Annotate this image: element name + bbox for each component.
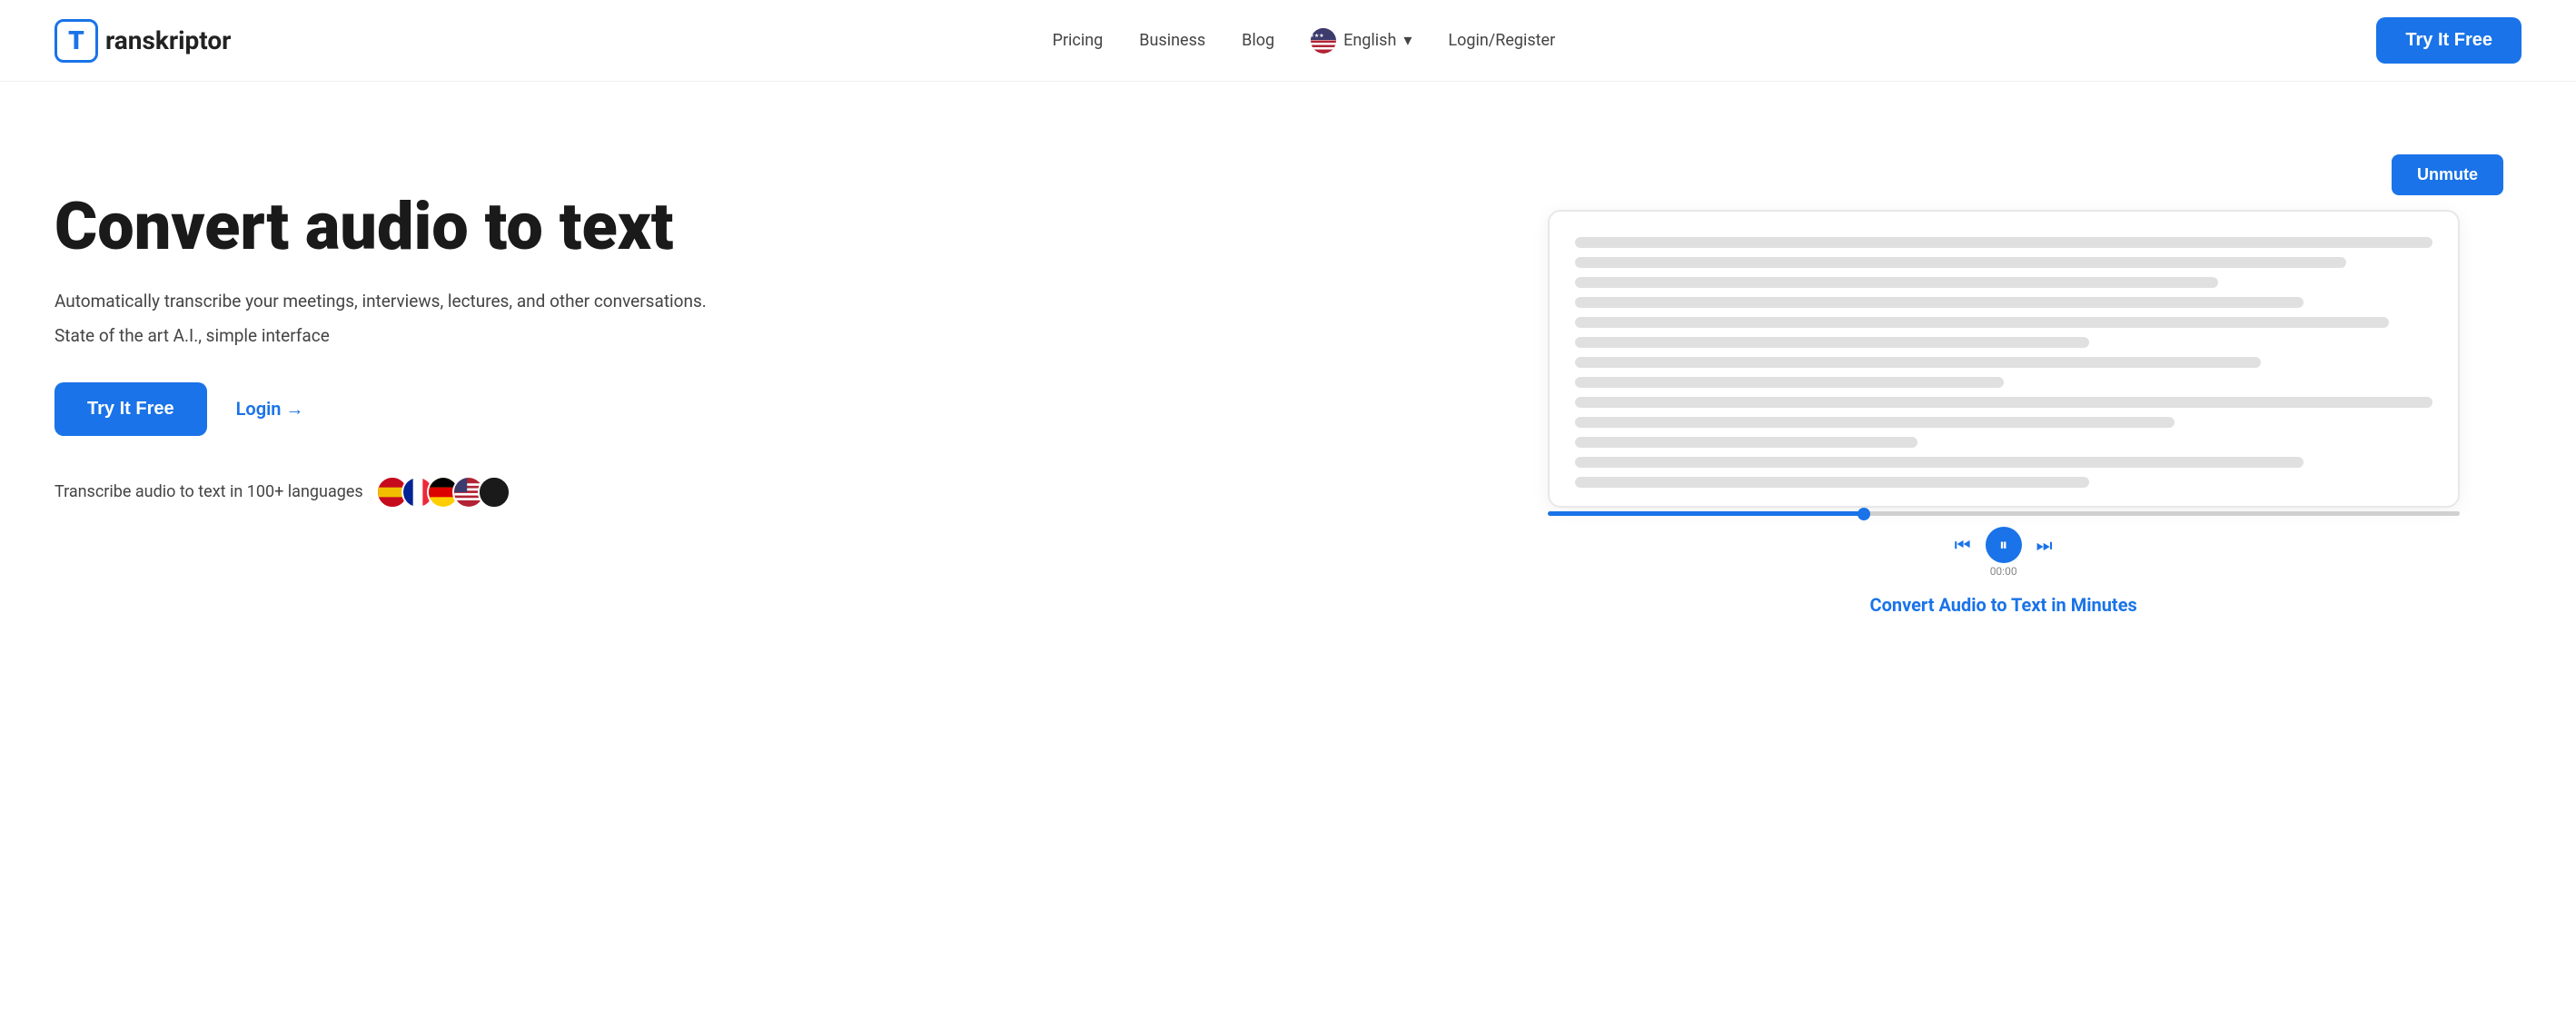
transcript-line [1575,297,2304,308]
try-free-hero-button[interactable]: Try It Free [54,382,207,436]
transcript-lines [1575,237,2432,488]
player-controls: ⏮ ⏸ ⏭ [1955,527,2053,563]
transcript-line [1575,417,2175,428]
hero-right: Unmute [1485,154,2522,616]
svg-text:★★★: ★★★ [1311,33,1324,39]
hero-cta: Try It Free Login → [54,382,1412,436]
nav-blog[interactable]: Blog [1242,31,1274,50]
unmute-button[interactable]: Unmute [2392,154,2503,195]
progress-dot [1858,508,1870,520]
audio-player: ⏮ ⏸ ⏭ 00:00 [1548,511,2460,578]
hero-title: Convert audio to text [54,191,1412,262]
login-register-link[interactable]: Login/Register [1448,31,1555,50]
transcript-card [1548,210,2460,508]
timestamp: 00:00 [1990,565,2017,578]
play-pause-button[interactable]: ⏸ [1986,527,2022,563]
language-label: English [1343,31,1396,50]
progress-bar-fill [1548,511,1867,516]
transcript-line [1575,437,1918,448]
login-link[interactable]: Login → [236,398,304,420]
logo-link[interactable]: T ranskriptor [54,19,231,63]
languages-label: Transcribe audio to text in 100+ languag… [54,482,363,501]
hero-description-1: Automatically transcribe your meetings, … [54,288,1412,315]
logo-icon: T [54,19,98,63]
transcript-line [1575,457,2304,468]
nav-links: Pricing Business Blog ★★★ [1053,28,1556,54]
flag-extra [478,476,510,509]
transcript-line [1575,237,2432,248]
transcript-line [1575,277,2218,288]
transcript-line [1575,397,2432,408]
logo-wordmark: ranskriptor [105,25,231,55]
transcript-line [1575,337,2089,348]
transcript-line [1575,377,2004,388]
transcript-line [1575,257,2346,268]
try-free-nav-button[interactable]: Try It Free [2376,17,2522,64]
progress-bar-track[interactable] [1548,511,2460,516]
nav-pricing[interactable]: Pricing [1053,31,1104,50]
language-selector[interactable]: ★★★ English ▾ [1311,28,1412,54]
transcript-line [1575,477,2089,488]
logo-letter: T [68,25,84,55]
transcript-line [1575,357,2261,368]
rewind-icon[interactable]: ⏮ [1955,534,1971,556]
convert-label: Convert Audio to Text in Minutes [1870,594,2137,616]
flags-group [376,476,510,509]
us-flag-icon: ★★★ [1311,28,1336,54]
navbar: T ranskriptor Pricing Business Blog [0,0,2576,82]
language-chevron: ▾ [1403,31,1412,50]
transcript-line [1575,317,2390,328]
pause-icon: ⏸ [1999,536,2007,555]
hero-description-2: State of the art A.I., simple interface [54,325,1412,346]
nav-business[interactable]: Business [1139,31,1205,50]
fast-forward-icon[interactable]: ⏭ [2036,534,2053,556]
hero-languages: Transcribe audio to text in 100+ languag… [54,476,1412,509]
hero-section: Convert audio to text Automatically tran… [0,82,2576,670]
hero-left: Convert audio to text Automatically tran… [54,154,1412,509]
